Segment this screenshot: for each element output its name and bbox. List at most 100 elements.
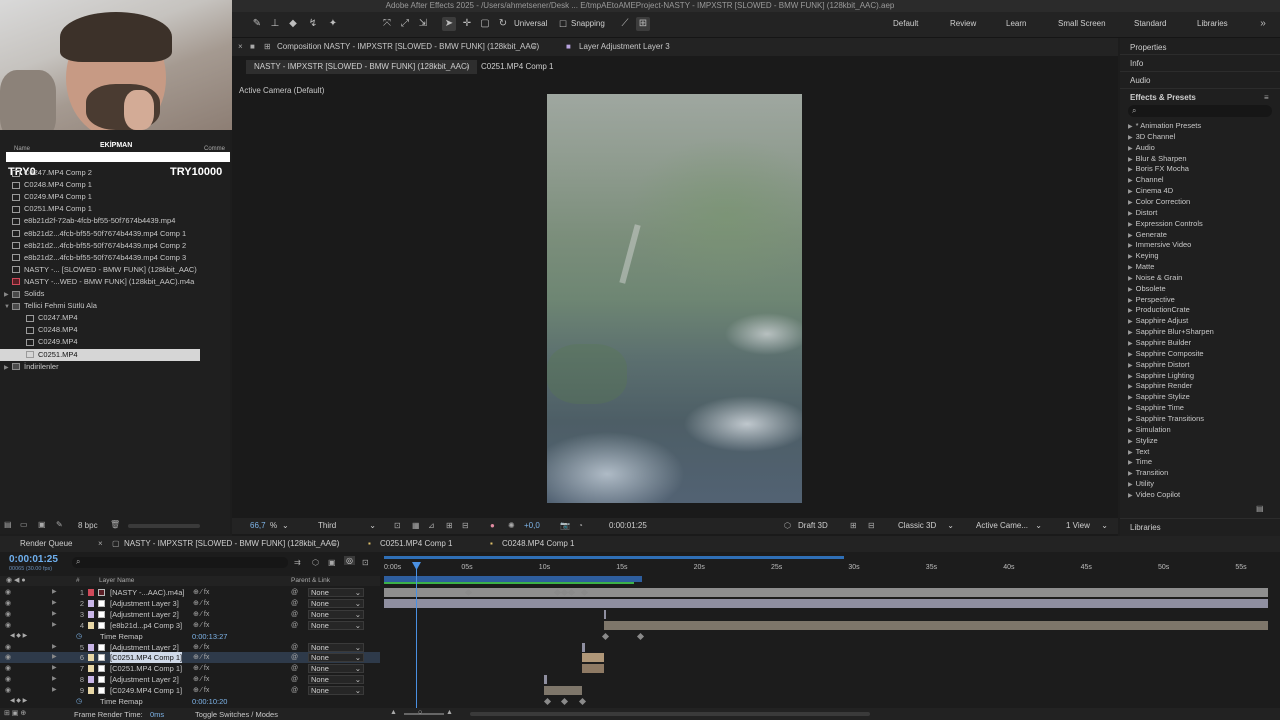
breadcrumb-main-comp[interactable]: NASTY - IMPXSTR [SLOWED - BMW FUNK] (128…	[246, 60, 478, 74]
project-item[interactable]: C0251.MP4 Comp 1	[0, 203, 230, 215]
roto-brush-icon[interactable]: ↯	[306, 17, 320, 31]
effect-category[interactable]: ▶ Sapphire Time	[1128, 403, 1184, 412]
3d-ground-plane-icon[interactable]: ⊞	[850, 521, 857, 531]
effect-category[interactable]: ▶ Simulation	[1128, 425, 1171, 434]
pick-whip-icon[interactable]: @	[291, 663, 298, 674]
effect-category[interactable]: ▶ Sapphire Stylize	[1128, 392, 1190, 401]
snapping-checkbox[interactable]: ☐	[556, 17, 570, 31]
time-remap-value[interactable]: 0:00:10:20	[192, 696, 227, 707]
layer-row[interactable]: ◉ ▶ 7 [C0251.MP4 Comp 1] ⊕ ⁄ fx @ None ⌄	[0, 663, 380, 674]
libraries-panel-header[interactable]: Libraries	[1130, 523, 1161, 532]
c0248-comp-tab[interactable]: C0248.MP4 Comp 1	[502, 539, 574, 548]
project-item[interactable]: e8b21d2...4fcb-bf55-50f7674b4439.mp4 Com…	[0, 240, 230, 252]
workspace-learn[interactable]: Learn	[1006, 19, 1026, 28]
eye-icon[interactable]: ◉	[5, 587, 11, 598]
label-color-swatch[interactable]	[88, 621, 94, 629]
info-panel-header[interactable]: Info	[1130, 59, 1143, 68]
new-folder-icon[interactable]: ▭	[20, 520, 28, 529]
effect-category[interactable]: ▶ * Animation Presets	[1128, 121, 1201, 130]
layer-switches[interactable]: ⊕ ⁄ fx	[193, 674, 209, 685]
layer-row[interactable]: ◉ ▶ 9 [C0249.MP4 Comp 1] ⊕ ⁄ fx @ None ⌄	[0, 685, 380, 696]
camera-dropdown[interactable]: Active Came... ⌄	[976, 520, 1042, 532]
transparency-grid-icon[interactable]: ▦	[412, 521, 420, 531]
rotate-axis-icon[interactable]: ↻	[496, 17, 510, 31]
guides-icon[interactable]: ⊞	[446, 521, 453, 531]
layer-name[interactable]: [Adjustment Layer 3]	[110, 598, 179, 609]
project-item[interactable]: C0248.MP4 Comp 1	[0, 179, 230, 191]
parent-dropdown[interactable]: None ⌄	[308, 686, 364, 696]
playhead-line[interactable]	[416, 566, 417, 708]
project-item[interactable]: e8b21d2f-72ab-4fcb-bf55-50f7674b4439.mp4	[0, 215, 230, 227]
project-item[interactable]: NASTY -... [SLOWED - BMW FUNK] (128kbit_…	[0, 264, 230, 276]
project-item[interactable]: C0249.MP4 Comp 1	[0, 191, 230, 203]
eye-icon[interactable]: ◉	[5, 598, 11, 609]
effect-category[interactable]: ▶ 3D Channel	[1128, 132, 1175, 141]
pick-whip-icon[interactable]: @	[291, 587, 298, 598]
chevron-right-icon[interactable]: ▶	[52, 609, 57, 620]
zoom-value[interactable]: 66,7	[250, 521, 266, 531]
project-item[interactable]: C0247.MP4	[0, 312, 230, 324]
layer-tab[interactable]: Layer Adjustment Layer 3	[579, 42, 670, 51]
label-color-swatch[interactable]	[88, 643, 94, 651]
property-name[interactable]: Time Remap	[100, 696, 143, 707]
layer-switches[interactable]: ⊕ ⁄ fx	[193, 587, 209, 598]
thumbnail-slider[interactable]	[128, 524, 200, 528]
chevron-right-icon[interactable]: ▶	[52, 598, 57, 609]
project-item[interactable]: C0247.MP4 Comp 2	[0, 167, 230, 179]
effect-category[interactable]: ▶ ProductionCrate	[1128, 305, 1190, 314]
effect-category[interactable]: ▶ Video Copilot	[1128, 490, 1180, 499]
chevron-right-icon[interactable]: ▶	[52, 663, 57, 674]
effect-category[interactable]: ▶ Sapphire Composite	[1128, 349, 1204, 358]
snapping-label[interactable]: Snapping	[571, 19, 605, 28]
layer-duration-bar[interactable]	[544, 675, 547, 685]
layer-name[interactable]: [Adjustment Layer 2]	[110, 609, 179, 620]
project-item[interactable]: ▼ Tellici Fehmi Sütlü Ala	[0, 300, 230, 312]
snap-edges-icon[interactable]: ⟋	[618, 17, 632, 31]
color-channel-icon[interactable]: ●	[490, 521, 495, 531]
eraser-tool-icon[interactable]: ◆	[286, 17, 300, 31]
layer-row[interactable]: ◉ ▶ 2 [Adjustment Layer 3] ⊕ ⁄ fx @ None ⌄	[0, 598, 380, 609]
eye-icon[interactable]: ◉	[5, 663, 11, 674]
menu-icon[interactable]: ≡	[1264, 93, 1269, 102]
layer-switches[interactable]: ⊕ ⁄ fx	[193, 598, 209, 609]
project-item[interactable]: e8b21d2...4fcb-bf55-50f7674b4439.mp4 Com…	[0, 228, 230, 240]
effect-category[interactable]: ▶ Noise & Grain	[1128, 273, 1182, 282]
universal-label[interactable]: Universal	[514, 19, 547, 28]
zoom-slider-handle[interactable]: ○	[418, 709, 422, 716]
effect-category[interactable]: ▶ Matte	[1128, 262, 1154, 271]
chevron-right-icon[interactable]: »	[1256, 17, 1270, 31]
zoom-out-icon[interactable]: ▲	[390, 709, 397, 716]
effects-presets-header[interactable]: Effects & Presets	[1130, 93, 1196, 102]
comp-flowchart-icon[interactable]: ⇉	[294, 558, 301, 567]
label-color-swatch[interactable]	[88, 589, 94, 596]
effect-category[interactable]: ▶ Audio	[1128, 143, 1155, 152]
keyframe-navigator-icon[interactable]: ◀ ◆ ▶	[10, 631, 27, 642]
selection-tool-icon[interactable]: ➤	[442, 17, 456, 31]
scale-axis-icon[interactable]: ▢	[478, 17, 492, 31]
eye-icon[interactable]: ◉	[5, 642, 11, 653]
chevron-down-icon[interactable]: ⌄	[282, 521, 289, 531]
eye-icon[interactable]: ◉	[5, 674, 11, 685]
layer-switches[interactable]: ⊕ ⁄ fx	[193, 642, 209, 653]
zoom-in-icon[interactable]: ▲	[446, 709, 453, 716]
layer-name[interactable]: [C0251.MP4 Comp 1]	[110, 652, 183, 664]
layer-name-column-header[interactable]: Layer Name	[99, 577, 134, 584]
motion-blur-icon[interactable]: ◎	[344, 556, 355, 565]
parent-dropdown[interactable]: None ⌄	[308, 598, 364, 608]
new-preset-icon[interactable]: ▤	[1256, 504, 1264, 513]
label-color-swatch[interactable]	[88, 599, 94, 607]
effect-category[interactable]: ▶ Time	[1128, 457, 1152, 466]
close-icon[interactable]: ×	[98, 539, 103, 548]
chevron-right-icon[interactable]: ▶	[52, 620, 57, 631]
snapshot-icon[interactable]: 📷	[560, 521, 570, 531]
layer-duration-bar[interactable]	[582, 642, 585, 652]
render-queue-tab[interactable]: Render Queue	[20, 539, 72, 548]
layer-switches[interactable]: ⊕ ⁄ fx	[193, 685, 209, 696]
label-color-swatch[interactable]	[88, 610, 94, 618]
effect-category[interactable]: ▶ Keying	[1128, 251, 1159, 260]
eye-icon[interactable]: ◉	[5, 685, 11, 696]
parent-link-column-header[interactable]: Parent & Link	[291, 577, 330, 584]
mask-visibility-icon[interactable]: ⊿	[428, 521, 435, 531]
parent-dropdown[interactable]: None ⌄	[308, 675, 364, 685]
move-axis-icon[interactable]: ✛	[460, 17, 474, 31]
